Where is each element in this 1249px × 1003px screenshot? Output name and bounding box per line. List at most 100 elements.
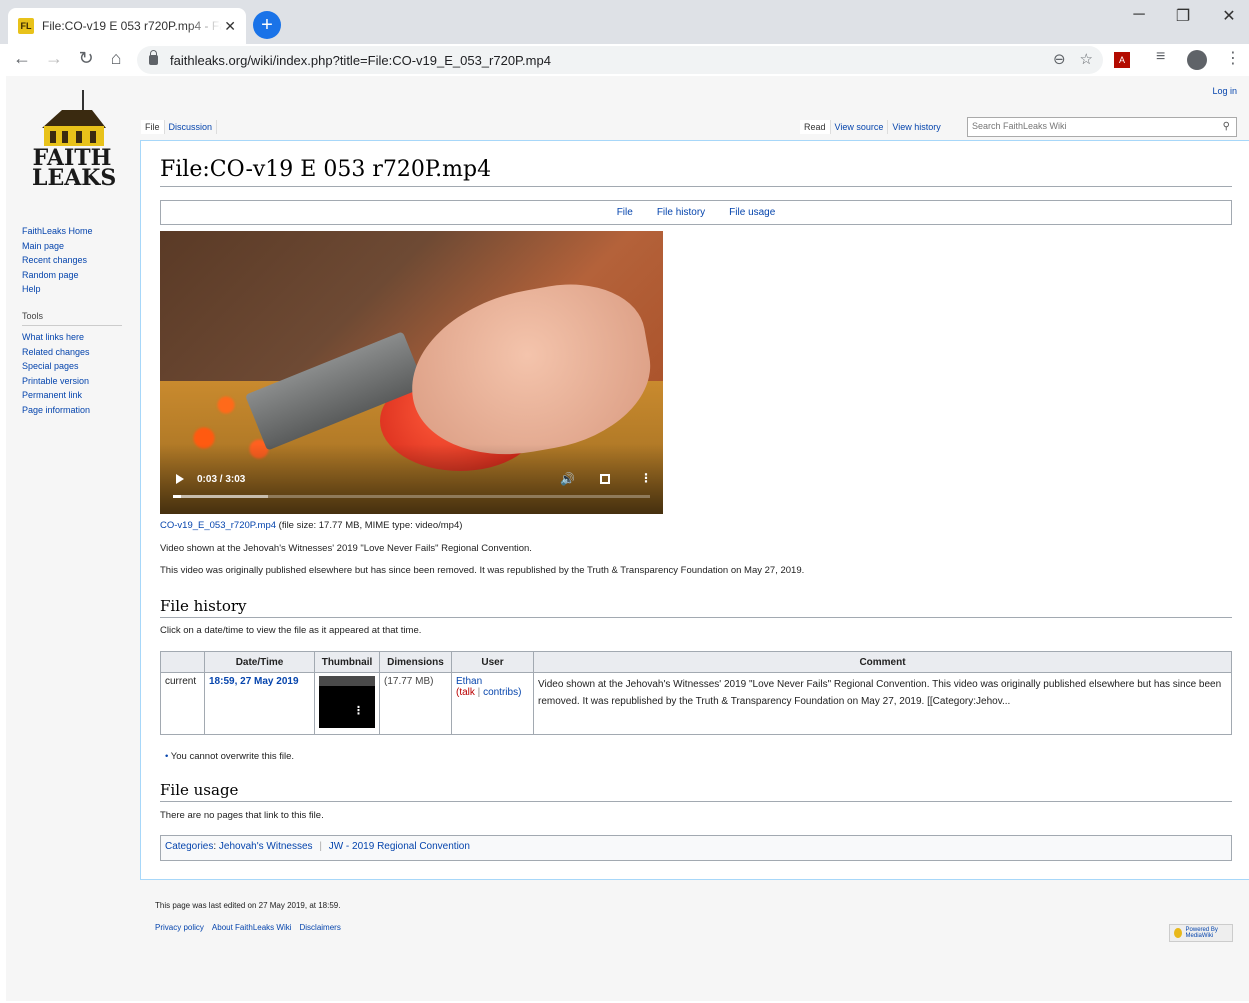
category-link-jehovahs-witnesses[interactable]: Jehovah's Witnesses xyxy=(219,841,313,852)
search-icon[interactable]: ⚲ xyxy=(1223,121,1230,132)
row-thumbnail-cell: ⋮ xyxy=(314,672,380,735)
search-input[interactable]: Search FaithLeaks Wiki ⚲ xyxy=(967,117,1237,137)
close-tab-icon[interactable]: ✕ xyxy=(224,18,236,35)
video-thumbnail[interactable]: ⋮ xyxy=(319,676,375,728)
col-header-thumbnail: Thumbnail xyxy=(314,651,380,673)
sidebar-item-related-changes[interactable]: Related changes xyxy=(22,345,122,360)
overwrite-note: You cannot overwrite this file. xyxy=(165,751,294,762)
namespace-tabs: File Discussion xyxy=(141,120,218,134)
fullscreen-icon[interactable] xyxy=(600,474,610,484)
menu-icon[interactable]: ⋮ xyxy=(1225,48,1241,68)
col-header-user: User xyxy=(451,651,534,673)
sidebar-item-faithleaks-home[interactable]: FaithLeaks Home xyxy=(22,224,122,239)
reload-icon[interactable]: ↻ xyxy=(74,48,98,69)
table-header-row: Date/Time Thumbnail Dimensions User Comm… xyxy=(160,651,1232,673)
search-placeholder: Search FaithLeaks Wiki xyxy=(972,121,1067,131)
user-link[interactable]: Ethan xyxy=(456,676,482,687)
url-text: faithleaks.org/wiki/index.php?title=File… xyxy=(170,52,551,68)
sidebar: FaithLeaks Home Main page Recent changes… xyxy=(22,224,122,417)
thumb-more-icon: ⋮ xyxy=(353,705,364,717)
col-header-datetime: Date/Time xyxy=(204,651,315,673)
tools-heading: Tools xyxy=(22,309,122,326)
categories-label-link[interactable]: Categories xyxy=(165,841,213,852)
file-info: CO-v19_E_053_r720P.mp4 (file size: 17.77… xyxy=(160,520,462,531)
volume-icon[interactable]: 🔊 xyxy=(560,472,575,486)
footer-privacy-link[interactable]: Privacy policy xyxy=(155,923,204,932)
file-history-table: Date/Time Thumbnail Dimensions User Comm… xyxy=(160,651,1232,735)
tab-view-history[interactable]: View history xyxy=(887,120,944,134)
user-contribs-link[interactable]: contribs xyxy=(483,687,518,698)
footer-disclaimers-link[interactable]: Disclaimers xyxy=(300,923,341,932)
video-buffer-bar xyxy=(173,495,269,498)
minimize-window-icon[interactable]: ─ xyxy=(1124,6,1154,24)
row-datetime-link[interactable]: 18:59, 27 May 2019 xyxy=(209,676,299,687)
church-logo-icon xyxy=(42,90,106,146)
file-meta: (file size: 17.77 MB, MIME type: video/m… xyxy=(278,520,463,531)
col-header-comment: Comment xyxy=(533,651,1232,673)
sidebar-item-random-page[interactable]: Random page xyxy=(22,268,122,283)
lock-icon xyxy=(149,50,158,65)
footer-last-edited: This page was last edited on 27 May 2019… xyxy=(155,901,341,910)
sidebar-item-page-information[interactable]: Page information xyxy=(22,403,122,418)
file-link[interactable]: CO-v19_E_053_r720P.mp4 xyxy=(160,520,276,531)
file-usage-heading: File usage xyxy=(160,781,1232,802)
col-header-status xyxy=(160,651,205,673)
user-talk-link[interactable]: talk xyxy=(459,687,475,698)
video-controls: 0:03 / 3:03 🔊 ⋮ xyxy=(160,468,663,494)
mediawiki-badge-text: Powered By MediaWiki xyxy=(1185,927,1218,939)
row-status: current xyxy=(160,672,205,735)
category-link-jw-2019-regional-convention[interactable]: JW - 2019 Regional Convention xyxy=(329,841,470,852)
category-links: Categories: Jehovah's Witnesses | JW - 2… xyxy=(160,835,1232,861)
video-progress-bar[interactable] xyxy=(173,495,650,498)
toc-file-history[interactable]: File history xyxy=(657,207,705,218)
tab-file[interactable]: File xyxy=(141,120,164,134)
zoom-icon[interactable]: ⊖ xyxy=(1053,50,1066,68)
file-history-heading: File history xyxy=(160,597,1232,618)
site-logo[interactable]: FAITH LEAKS xyxy=(32,88,116,198)
page-title: File:CO-v19 E 053 r720P.mp4 xyxy=(160,157,1232,187)
tab-view-source[interactable]: View source xyxy=(829,120,888,134)
file-usage-note: There are no pages that link to this fil… xyxy=(160,810,324,821)
file-description-2: This video was originally published else… xyxy=(160,565,805,576)
video-more-icon[interactable]: ⋮ xyxy=(640,471,652,485)
pdf-icon[interactable]: A xyxy=(1114,52,1130,68)
site-favicon-icon: FL xyxy=(18,18,34,34)
sidebar-item-permanent-link[interactable]: Permanent link xyxy=(22,388,122,403)
sidebar-item-special-pages[interactable]: Special pages xyxy=(22,359,122,374)
mediawiki-logo-icon xyxy=(1174,928,1182,938)
new-tab-button[interactable]: + xyxy=(253,11,281,39)
file-history-note: Click on a date/time to view the file as… xyxy=(160,625,422,636)
forward-icon[interactable]: → xyxy=(42,48,66,69)
sidebar-item-recent-changes[interactable]: Recent changes xyxy=(22,253,122,268)
toc-file-usage[interactable]: File usage xyxy=(729,207,775,218)
reading-list-icon[interactable]: ≡ xyxy=(1156,48,1165,66)
sidebar-item-help[interactable]: Help xyxy=(22,282,122,297)
table-row: current 18:59, 27 May 2019 ⋮ (17.77 MB) … xyxy=(160,672,1232,735)
row-user-cell: Ethan (talk | contribs) xyxy=(451,672,534,735)
wiki-page: Log in FAITH LEAKS FaithLeaks Home Main … xyxy=(6,76,1249,1001)
sidebar-item-main-page[interactable]: Main page xyxy=(22,239,122,254)
file-toc: File File history File usage xyxy=(160,200,1232,225)
tab-title: File:CO-v19 E 053 r720P.mp4 - FaithLeaks xyxy=(42,19,222,33)
home-icon[interactable]: ⌂ xyxy=(104,48,128,69)
tab-read[interactable]: Read xyxy=(800,120,830,134)
browser-toolbar: ← → ↻ ⌂ faithleaks.org/wiki/index.php?ti… xyxy=(0,44,1249,76)
play-icon[interactable] xyxy=(176,474,184,484)
sidebar-item-printable-version[interactable]: Printable version xyxy=(22,374,122,389)
close-window-icon[interactable]: ✕ xyxy=(1214,6,1244,26)
star-icon[interactable]: ☆ xyxy=(1080,50,1093,68)
address-bar[interactable]: faithleaks.org/wiki/index.php?title=File… xyxy=(137,46,1103,74)
login-link[interactable]: Log in xyxy=(1212,86,1237,96)
file-description-1: Video shown at the Jehovah's Witnesses' … xyxy=(160,543,532,554)
mediawiki-badge[interactable]: Powered By MediaWiki xyxy=(1169,924,1233,942)
sidebar-item-what-links-here[interactable]: What links here xyxy=(22,330,122,345)
restore-window-icon[interactable]: ❐ xyxy=(1168,6,1198,26)
row-dimensions: (17.77 MB) xyxy=(379,672,452,735)
back-icon[interactable]: ← xyxy=(10,48,34,69)
profile-icon[interactable] xyxy=(1187,50,1207,70)
video-player[interactable]: 0:03 / 3:03 🔊 ⋮ xyxy=(160,231,663,514)
toc-file[interactable]: File xyxy=(617,207,633,218)
tab-discussion[interactable]: Discussion xyxy=(163,120,218,134)
footer-about-link[interactable]: About FaithLeaks Wiki xyxy=(212,923,292,932)
browser-tab[interactable]: FL File:CO-v19 E 053 r720P.mp4 - FaithLe… xyxy=(8,8,246,44)
